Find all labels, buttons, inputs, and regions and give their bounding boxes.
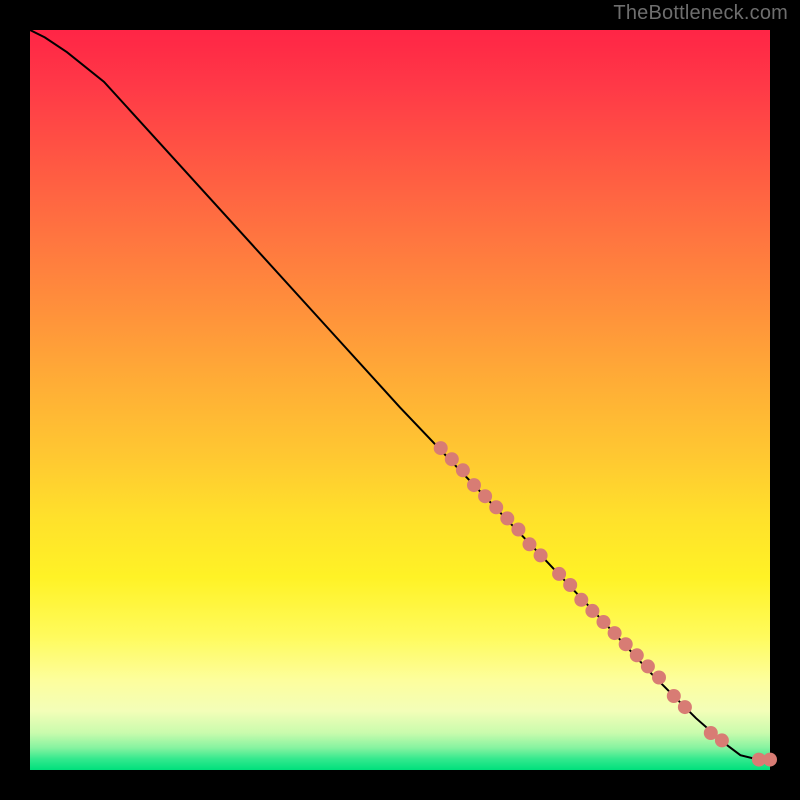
data-point [511,523,525,537]
data-point [489,500,503,514]
data-point [678,700,692,714]
attribution-text: TheBottleneck.com [613,2,788,25]
data-point [552,567,566,581]
data-point [500,511,514,525]
data-point [608,626,622,640]
data-point [574,593,588,607]
scatter-dots [434,441,777,766]
chart-wrapper: TheBottleneck.com [0,0,800,800]
data-point [467,478,481,492]
data-point [523,537,537,551]
data-point [652,671,666,685]
data-point [597,615,611,629]
data-point [585,604,599,618]
data-point [434,441,448,455]
data-point [456,463,470,477]
data-point [478,489,492,503]
chart-overlay [30,30,770,770]
data-point [630,648,644,662]
data-point [667,689,681,703]
data-point [563,578,577,592]
data-point [445,452,459,466]
plot-area [30,30,770,770]
curve-line [30,30,770,760]
data-point [715,733,729,747]
data-point [641,659,655,673]
data-point [534,548,548,562]
data-point [619,637,633,651]
data-point [763,753,777,767]
